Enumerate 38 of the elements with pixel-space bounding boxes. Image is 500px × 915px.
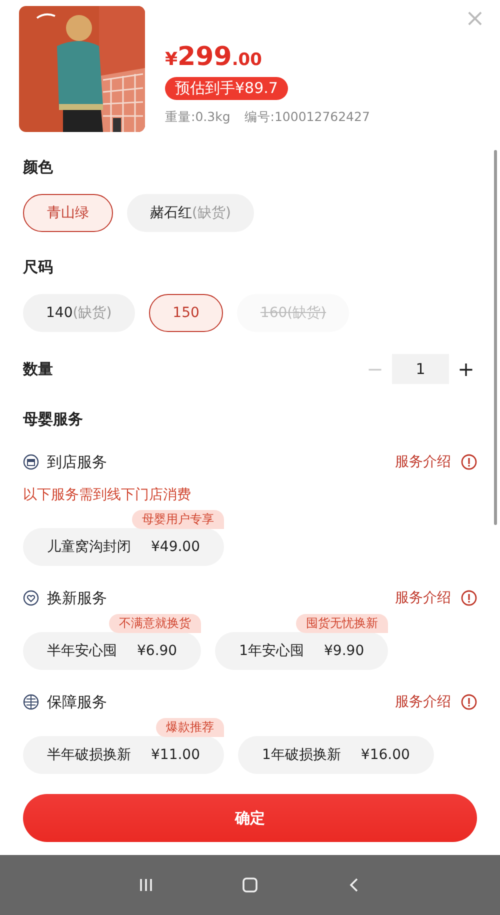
service-info-link[interactable]: 服务介绍	[395, 693, 451, 711]
service-notice: 以下服务需到线下门店消费	[23, 486, 192, 504]
service-title: 换新服务	[47, 588, 107, 608]
service-option[interactable]: 1年破损换新 ¥16.00	[238, 736, 434, 774]
weight-text: 重量:0.3kg	[165, 109, 230, 126]
quantity-field[interactable]: 1	[392, 354, 449, 384]
service-title: 到店服务	[47, 452, 107, 472]
globe-icon	[23, 694, 39, 710]
section-title: 颜色	[23, 157, 54, 178]
info-icon[interactable]	[461, 454, 477, 470]
section-title: 尺码	[23, 257, 54, 278]
plus-button[interactable]: +	[455, 357, 477, 381]
promo-badge: 母婴用户专享	[132, 510, 224, 529]
promo-badge: 囤货无忧换新	[296, 614, 388, 633]
promo-badge: 不满意就换货	[109, 614, 202, 633]
info-icon[interactable]	[461, 694, 477, 710]
section-title: 母婴服务	[23, 409, 84, 430]
quantity-label: 数量	[23, 359, 53, 380]
service-info-link[interactable]: 服务介绍	[395, 589, 451, 607]
service-title: 保障服务	[47, 692, 107, 712]
option-chip[interactable]: 赭石红(缺货)	[127, 194, 254, 232]
service-option[interactable]: 儿童窝沟封闭 ¥49.00	[23, 528, 224, 566]
home-icon[interactable]	[242, 877, 258, 893]
service-option[interactable]: 半年破损换新 ¥11.00	[23, 736, 224, 774]
promo-badge: 爆款推荐	[156, 718, 224, 737]
estimate-price-badge: 预估到手¥89.7	[165, 77, 288, 100]
sku-text: 编号:100012762427	[244, 109, 370, 126]
service-option[interactable]: 半年安心囤 ¥6.90	[23, 632, 202, 670]
price: ¥299.00	[165, 42, 262, 74]
service-option[interactable]: 1年安心囤 ¥9.90	[215, 632, 388, 670]
store-icon	[23, 454, 39, 470]
option-chip[interactable]: 150	[148, 294, 224, 332]
option-chip[interactable]: 140(缺货)	[23, 294, 135, 332]
confirm-button[interactable]: 确定	[23, 794, 477, 842]
option-chip[interactable]: 青山绿	[23, 194, 113, 232]
recent-apps-icon[interactable]	[138, 877, 154, 893]
service-info-link[interactable]: 服务介绍	[395, 453, 451, 471]
info-icon[interactable]	[461, 590, 477, 606]
